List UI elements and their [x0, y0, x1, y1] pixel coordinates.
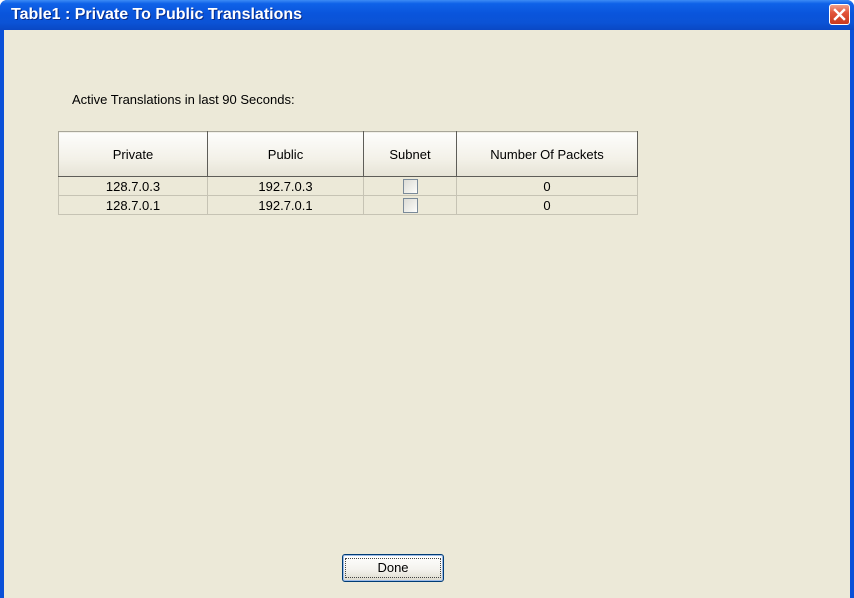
cell-packets[interactable]: 0: [456, 176, 638, 196]
table-row[interactable]: 128.7.0.3 192.7.0.3 0: [58, 176, 638, 196]
translations-table: Private Public Subnet Number Of Packets …: [58, 131, 638, 215]
close-icon: [833, 8, 846, 21]
column-header-packets[interactable]: Number Of Packets: [456, 131, 638, 177]
column-header-subnet[interactable]: Subnet: [363, 131, 457, 177]
window-title: Table1 : Private To Public Translations: [11, 6, 303, 23]
close-button[interactable]: [829, 4, 850, 25]
cell-packets[interactable]: 0: [456, 195, 638, 215]
subnet-checkbox[interactable]: [402, 198, 418, 214]
cell-subnet[interactable]: [363, 176, 457, 196]
column-header-public[interactable]: Public: [207, 131, 364, 177]
cell-public[interactable]: 192.7.0.1: [207, 195, 364, 215]
cell-private[interactable]: 128.7.0.3: [58, 176, 208, 196]
dialog-client-area: Active Translations in last 90 Seconds: …: [4, 30, 850, 598]
cell-public[interactable]: 192.7.0.3: [207, 176, 364, 196]
dialog-window: Table1 : Private To Public Translations …: [0, 0, 854, 598]
done-button-label: Done: [345, 558, 441, 578]
cell-private[interactable]: 128.7.0.1: [58, 195, 208, 215]
done-button[interactable]: Done: [342, 554, 444, 582]
table-header-row: Private Public Subnet Number Of Packets: [58, 131, 638, 177]
active-translations-caption: Active Translations in last 90 Seconds:: [72, 92, 295, 107]
column-header-private[interactable]: Private: [58, 131, 208, 177]
table-row[interactable]: 128.7.0.1 192.7.0.1 0: [58, 195, 638, 215]
subnet-checkbox[interactable]: [402, 179, 418, 195]
title-bar[interactable]: Table1 : Private To Public Translations: [0, 0, 854, 30]
cell-subnet[interactable]: [363, 195, 457, 215]
